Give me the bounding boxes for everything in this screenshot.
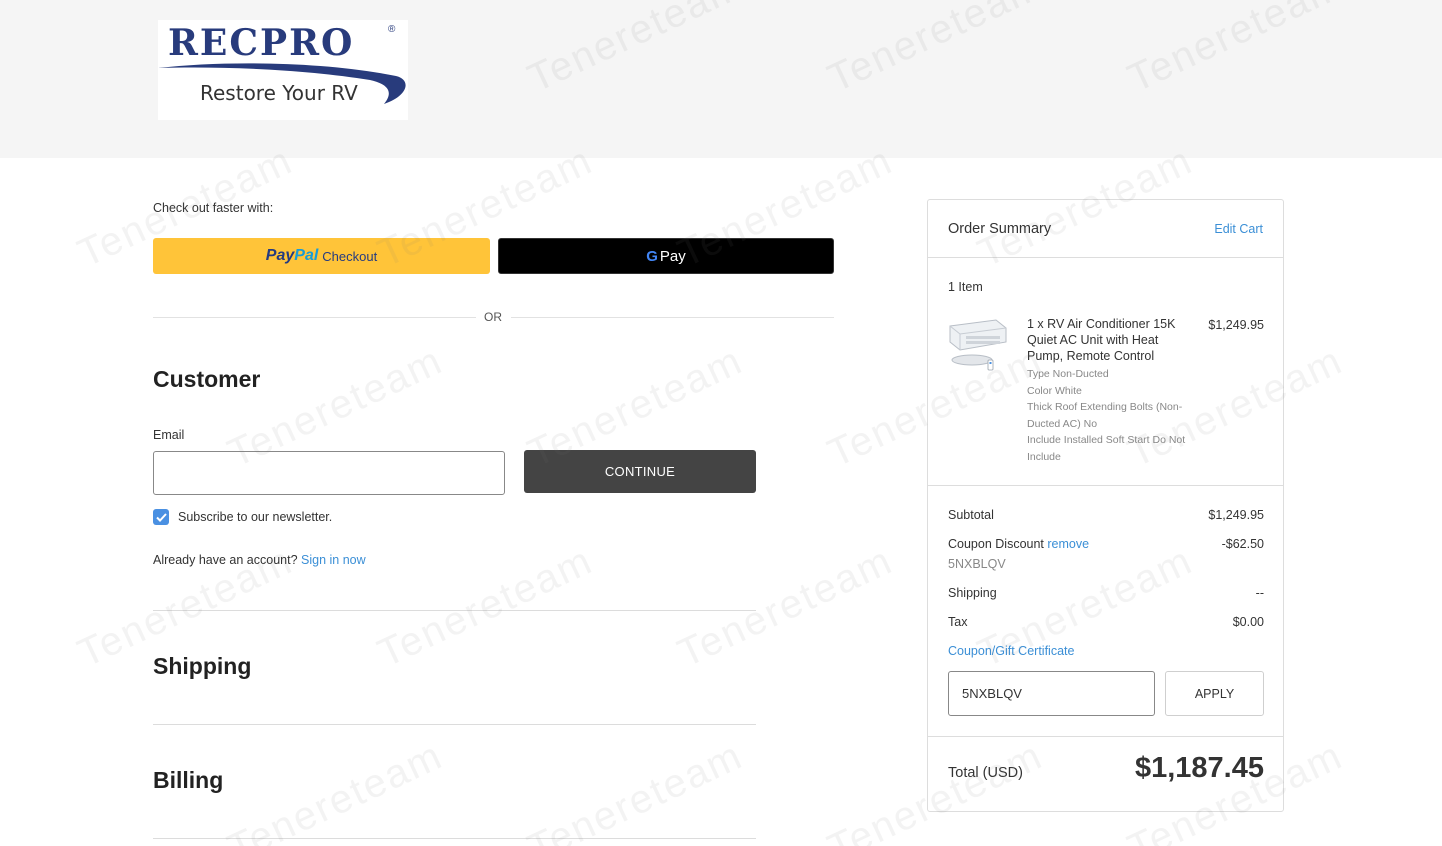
product-option: Thick Roof Extending Bolts (Non-Ducted A… — [1027, 401, 1183, 430]
coupon-discount-label: Coupon Discount — [948, 537, 1044, 551]
or-text: OR — [484, 310, 502, 324]
subtotal-label: Subtotal — [948, 508, 994, 522]
or-line-right — [511, 317, 834, 318]
sign-in-link[interactable]: Sign in now — [301, 553, 366, 567]
express-checkout-label: Check out faster with: — [153, 201, 274, 215]
coupon-discount-value: -$62.50 — [1221, 537, 1264, 551]
billing-divider — [153, 838, 756, 839]
tax-label: Tax — [948, 615, 968, 629]
account-text: Already have an account? — [153, 553, 298, 567]
tax-value: $0.00 — [1232, 615, 1264, 629]
item-count: 1 Item — [948, 280, 983, 294]
edit-cart-link[interactable]: Edit Cart — [1214, 222, 1263, 236]
shipping-label: Shipping — [948, 586, 997, 600]
logo-tagline: Restore Your RV — [200, 81, 358, 105]
subtotal-value: $1,249.95 — [1208, 508, 1264, 522]
google-pay-label: Pay — [659, 247, 686, 265]
customer-divider — [153, 610, 756, 611]
total-label: Total (USD) — [948, 765, 1023, 781]
or-separator: OR — [153, 310, 834, 326]
watermark-text: Tenereteam — [521, 733, 750, 846]
total-value: $1,187.45 — [1134, 752, 1264, 784]
account-prompt: Already have an account? Sign in now — [153, 553, 366, 567]
applied-coupon-code: 5NXBLQV — [948, 557, 1006, 571]
newsletter-label: Subscribe to our newsletter. — [178, 510, 333, 524]
product-option: Include Installed Soft Start Do Not Incl… — [1027, 434, 1186, 463]
shipping-title[interactable]: Shipping — [153, 653, 251, 680]
product-options: Type Non-Ducted Color White Thick Roof E… — [1027, 366, 1187, 465]
billing-title[interactable]: Billing — [153, 767, 223, 794]
product-option: Type Non-Ducted — [1027, 368, 1109, 380]
or-line-left — [153, 317, 476, 318]
apply-coupon-button[interactable]: APPLY — [1165, 671, 1264, 716]
recpro-logo[interactable]: RECPRO ® Restore Your RV — [158, 20, 408, 120]
logo-registered-mark: ® — [388, 24, 396, 35]
continue-button[interactable]: CONTINUE — [524, 450, 756, 493]
product-price: $1,249.95 — [1208, 318, 1264, 332]
coupon-gift-certificate-link[interactable]: Coupon/Gift Certificate — [948, 644, 1074, 658]
paypal-checkout-button[interactable]: PayPal Checkout — [153, 238, 490, 274]
newsletter-row: Subscribe to our newsletter. — [153, 509, 332, 525]
shipping-value: -- — [1255, 586, 1264, 600]
watermark-text: Tenereteam — [221, 733, 450, 846]
newsletter-checkbox[interactable] — [153, 509, 169, 525]
checkmark-icon — [155, 512, 167, 522]
customer-title: Customer — [153, 366, 261, 392]
order-summary: Order Summary Edit Cart 1 Item 1 x RV Ai… — [927, 199, 1284, 812]
order-summary-title: Order Summary — [948, 221, 1052, 237]
google-pay-button[interactable]: G Pay — [498, 238, 834, 274]
summary-divider — [928, 736, 1283, 737]
summary-divider — [928, 257, 1283, 258]
coupon-remove-link[interactable]: remove — [1047, 537, 1089, 551]
product-option: Color White — [1027, 384, 1082, 397]
paypal-button-label: Checkout — [322, 248, 378, 264]
shipping-divider — [153, 724, 756, 725]
watermark-text: Tenereteam — [671, 538, 900, 676]
coupon-discount-row: Coupon Discount remove — [948, 537, 1089, 551]
email-input[interactable] — [153, 451, 505, 495]
product-name: 1 x RV Air Conditioner 15K Quiet AC Unit… — [1027, 317, 1176, 363]
summary-divider — [928, 485, 1283, 486]
page-header: RECPRO ® Restore Your RV — [0, 0, 1442, 158]
coupon-code-input[interactable] — [948, 671, 1155, 716]
watermark-text: Tenereteam — [371, 538, 600, 676]
air-conditioner-image — [949, 319, 1007, 371]
email-label: Email — [153, 428, 185, 442]
logo-wordmark: RECPRO — [168, 22, 355, 64]
google-g-icon: G — [646, 247, 658, 265]
paypal-logo-icon: PayPal — [265, 247, 319, 264]
